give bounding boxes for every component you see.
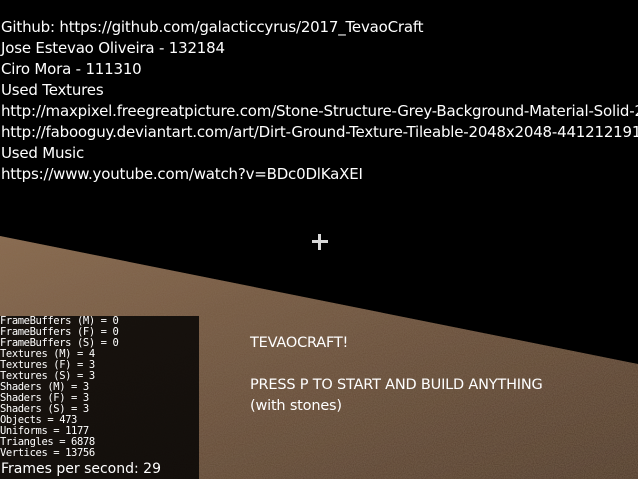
- stat-line: Vertices = 13756: [0, 447, 95, 459]
- game-viewport[interactable]: Github: https://github.com/galacticcyrus…: [0, 0, 638, 479]
- author-line: Ciro Mora - 111310: [1, 60, 142, 78]
- crosshair-icon: [311, 233, 329, 251]
- texture-source-line: http://maxpixel.freegreatpicture.com/Sto…: [1, 102, 638, 120]
- start-instruction: PRESS P TO START AND BUILD ANYTHING: [250, 377, 543, 393]
- fps-counter: Frames per second: 29: [1, 461, 161, 477]
- github-link-text: Github: https://github.com/galacticcyrus…: [1, 18, 424, 36]
- textures-heading: Used Textures: [1, 81, 104, 99]
- texture-source-line: http://fabooguy.deviantart.com/art/Dirt-…: [1, 123, 638, 141]
- music-source-line: https://www.youtube.com/watch?v=BDc0DlKa…: [1, 165, 363, 183]
- debug-stats-panel: FrameBuffers (M) = 0 FrameBuffers (F) = …: [0, 316, 199, 479]
- author-line: Jose Estevao Oliveira - 132184: [1, 39, 225, 57]
- music-heading: Used Music: [1, 144, 84, 162]
- start-note: (with stones): [250, 398, 342, 414]
- game-title: TEVAOCRAFT!: [250, 335, 349, 351]
